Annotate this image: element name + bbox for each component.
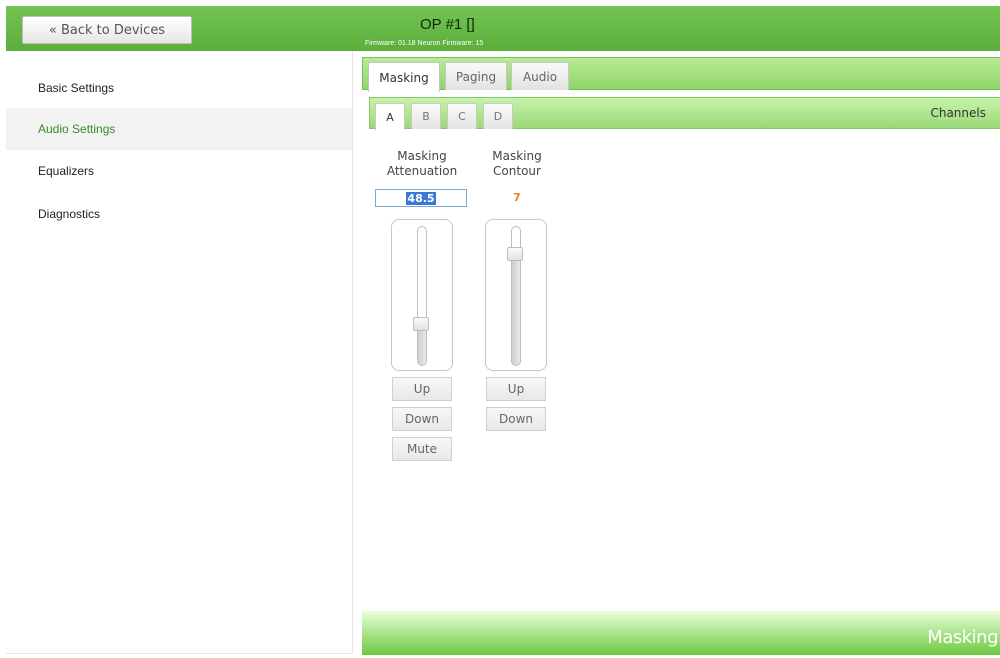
contour-value: 7 [513, 191, 521, 204]
channel-tab-b[interactable]: B [411, 103, 441, 129]
contour-label-line1: Masking [492, 149, 542, 163]
contour-slider-handle[interactable] [507, 247, 523, 261]
tab-paging[interactable]: Paging [445, 62, 507, 90]
tab-audio[interactable]: Audio [511, 62, 569, 90]
attenuation-up-button[interactable]: Up [392, 377, 452, 401]
device-title: OP #1 [] [420, 16, 475, 33]
attenuation-label-line2: Attenuation [386, 164, 458, 178]
contour-label: Masking Contour [472, 149, 562, 179]
footer-label: Masking [927, 627, 998, 648]
attenuation-down-button[interactable]: Down [392, 407, 452, 431]
footer-bar: Masking [362, 611, 1000, 655]
contour-up-button[interactable]: Up [486, 377, 546, 401]
channel-tab-c[interactable]: C [447, 103, 477, 129]
sidebar-item-basic-settings[interactable]: Basic Settings [6, 67, 352, 109]
main-tab-bar: Masking Paging Audio [362, 57, 1000, 92]
contour-slider[interactable] [485, 219, 547, 371]
back-to-devices-button[interactable]: « Back to Devices [22, 16, 192, 44]
attenuation-input[interactable]: 48.5 [375, 189, 467, 207]
mute-button[interactable]: Mute [392, 437, 452, 461]
contour-label-line2: Contour [493, 164, 541, 178]
channel-tab-a[interactable]: A [375, 103, 405, 130]
top-header: « Back to Devices OP #1 [] Firmware: 01.… [6, 6, 1000, 51]
attenuation-slider-track[interactable] [417, 226, 427, 366]
attenuation-slider[interactable] [391, 219, 453, 371]
sidebar-item-equalizers[interactable]: Equalizers [6, 150, 352, 192]
attenuation-label-line1: Masking [397, 149, 447, 163]
channel-tab-d[interactable]: D [483, 103, 513, 129]
attenuation-label: Masking Attenuation [377, 149, 467, 179]
sidebar-item-audio-settings[interactable]: Audio Settings [6, 108, 352, 150]
contour-slider-fill [512, 253, 520, 365]
channels-label: Channels [930, 106, 986, 120]
tab-masking[interactable]: Masking [368, 62, 440, 92]
attenuation-slider-handle[interactable] [413, 317, 429, 331]
firmware-info: Firmware: 01.18 Neuron Firmware: 15 [365, 40, 484, 47]
attenuation-value: 48.5 [406, 191, 436, 205]
sidebar: Basic Settings Audio Settings Equalizers… [6, 51, 353, 654]
contour-down-button[interactable]: Down [486, 407, 546, 431]
channel-tab-bar: A B C D Channels [369, 97, 1000, 130]
sidebar-item-diagnostics[interactable]: Diagnostics [6, 193, 352, 235]
